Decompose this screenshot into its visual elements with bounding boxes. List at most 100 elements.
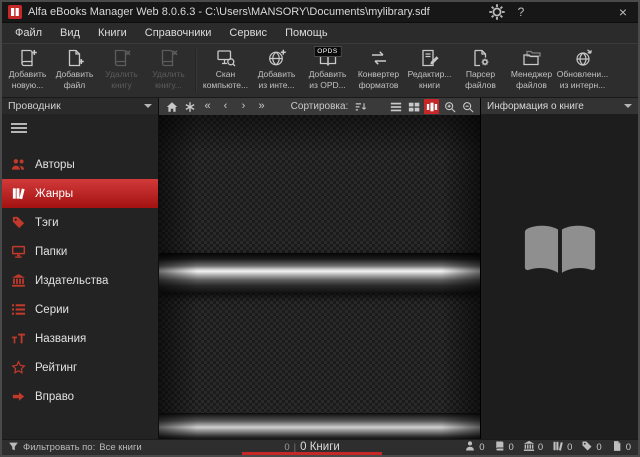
sidebar-item-genres[interactable]: Жанры <box>2 179 158 208</box>
edit-books-button[interactable]: Редактир... книги <box>404 44 455 97</box>
sidebar-item-folders[interactable]: Папки <box>2 237 158 266</box>
button-label: Удалить <box>105 69 138 79</box>
home-button[interactable] <box>164 99 179 114</box>
button-label: Парсер <box>465 69 496 79</box>
button-label: книгу <box>111 79 132 90</box>
scan-computer-icon <box>216 47 236 69</box>
sidebar-item-label: Тэги <box>35 216 59 229</box>
rating-icon <box>10 360 27 376</box>
explorer-header-label: Проводник <box>8 100 61 112</box>
menu-references[interactable]: Справочники <box>136 23 221 44</box>
book-carousel[interactable] <box>159 115 480 439</box>
button-label: Добавить <box>308 69 347 79</box>
menu-help[interactable]: Помощь <box>276 23 337 44</box>
files-counter: 0 <box>611 440 631 455</box>
zoom-in-button[interactable] <box>442 99 457 114</box>
settings-gear-icon[interactable] <box>488 4 506 20</box>
add-from-opds-button[interactable]: OPDS Добавить из OPD... <box>302 44 353 97</box>
zoom-out-button[interactable] <box>460 99 475 114</box>
book-delete-icon <box>112 47 132 69</box>
menu-service[interactable]: Сервис <box>220 23 276 44</box>
sidebar-item-series[interactable]: Серии <box>2 295 158 324</box>
book-info-header[interactable]: Информация о книге <box>481 98 638 114</box>
sidebar-item-rating[interactable]: Рейтинг <box>2 353 158 382</box>
converter-icon <box>369 47 389 69</box>
menu-file[interactable]: Файл <box>6 23 51 44</box>
book-info-panel: Информация о книге <box>481 98 638 439</box>
button-label: Редактир... <box>407 69 452 79</box>
last-page-button[interactable]: » <box>254 99 269 114</box>
sidebar-item-publishers[interactable]: Издательства <box>2 266 158 295</box>
toolbar-separator <box>195 49 197 92</box>
window-title: Alfa eBooks Manager Web 8.0.6.3 - C:\Use… <box>28 6 430 18</box>
library-counters: 0 0 0 0 0 0 <box>464 440 638 455</box>
button-label: Добавить <box>257 69 296 79</box>
sidebar-item-label: Папки <box>35 245 68 258</box>
button-label: Конвертер <box>357 69 400 79</box>
close-icon[interactable]: × <box>614 4 632 20</box>
sidebar-item-titles[interactable]: Названия <box>2 324 158 353</box>
sidebar-item-tags[interactable]: Тэги <box>2 208 158 237</box>
explorer-header[interactable]: Проводник <box>2 98 158 114</box>
favorites-button[interactable] <box>182 99 197 114</box>
first-page-button[interactable]: « <box>200 99 215 114</box>
counter-value: 0 <box>537 442 544 453</box>
opds-badge: OPDS <box>313 46 342 57</box>
carousel-shelf-bottom <box>159 413 480 439</box>
button-label: Скан <box>215 69 236 79</box>
delete-book-button: Удалить книгу <box>98 44 145 97</box>
file-parser-button[interactable]: Парсер файлов <box>455 44 506 97</box>
add-file-button[interactable]: Добавить файл <box>51 44 98 97</box>
sidebar-item-label: Серии <box>35 303 69 316</box>
app-logo-icon <box>8 5 22 19</box>
delete-book-permanent-button: Удалить книгу... <box>145 44 192 97</box>
prev-page-button[interactable]: ‹ <box>218 99 233 114</box>
update-from-internet-button[interactable]: Обновлени... из интерн... <box>557 44 608 97</box>
format-converter-button[interactable]: Конвертер форматов <box>353 44 404 97</box>
authors-counter: 0 <box>464 440 485 455</box>
button-label: файлов <box>465 79 496 90</box>
chevron-down-icon <box>144 104 152 108</box>
update-internet-icon <box>573 47 593 69</box>
sidebar-item-label: Издательства <box>35 274 109 287</box>
button-label: Удалить <box>152 69 185 79</box>
sort-label: Сортировка: <box>290 101 349 112</box>
app-window: Alfa eBooks Manager Web 8.0.6.3 - C:\Use… <box>0 0 640 457</box>
counter-value: 0 <box>567 442 573 453</box>
help-icon[interactable]: ? <box>512 4 530 20</box>
file-manager-button[interactable]: Менеджер файлов <box>506 44 557 97</box>
tile-view-button[interactable] <box>406 99 421 114</box>
add-new-book-button[interactable]: Добавить новую... <box>4 44 51 97</box>
button-label: из интерн... <box>559 79 606 90</box>
file-add-icon <box>65 47 85 69</box>
file-manager-icon <box>522 47 542 69</box>
tags-counter: 0 <box>581 440 602 455</box>
filter-area: Фильтровать по: Все книги <box>2 441 160 455</box>
menu-view[interactable]: Вид <box>51 23 89 44</box>
menu-books[interactable]: Книги <box>89 23 136 44</box>
sidebar-item-authors[interactable]: Авторы <box>2 150 158 179</box>
button-label: книги <box>418 79 440 90</box>
button-label: форматов <box>358 79 399 90</box>
folders-icon <box>10 244 27 260</box>
sidebar-menu-button[interactable] <box>2 114 158 142</box>
series-icon <box>10 302 27 318</box>
button-label: Добавить <box>8 69 47 79</box>
button-label: новую... <box>11 79 44 90</box>
next-page-button[interactable]: › <box>236 99 251 114</box>
title-bar: Alfa eBooks Manager Web 8.0.6.3 - C:\Use… <box>2 2 638 22</box>
series-icon <box>552 440 564 455</box>
carousel-view-button[interactable] <box>424 99 440 114</box>
book-delete-icon <box>159 47 179 69</box>
scan-computer-button[interactable]: Скан компьюте... <box>200 44 251 97</box>
sidebar-item-label: Названия <box>35 332 87 345</box>
list-view-button[interactable] <box>388 99 403 114</box>
sort-direction-button[interactable] <box>353 99 368 114</box>
add-from-internet-button[interactable]: Добавить из инте... <box>251 44 302 97</box>
sidebar-item-label: Вправо <box>35 390 75 403</box>
filter-value-dropdown[interactable]: Все книги <box>99 442 142 453</box>
sidebar-item-forward[interactable]: Вправо <box>2 382 158 411</box>
file-icon <box>611 440 623 455</box>
book-info-header-label: Информация о книге <box>487 100 584 112</box>
progress-bar <box>242 452 383 455</box>
